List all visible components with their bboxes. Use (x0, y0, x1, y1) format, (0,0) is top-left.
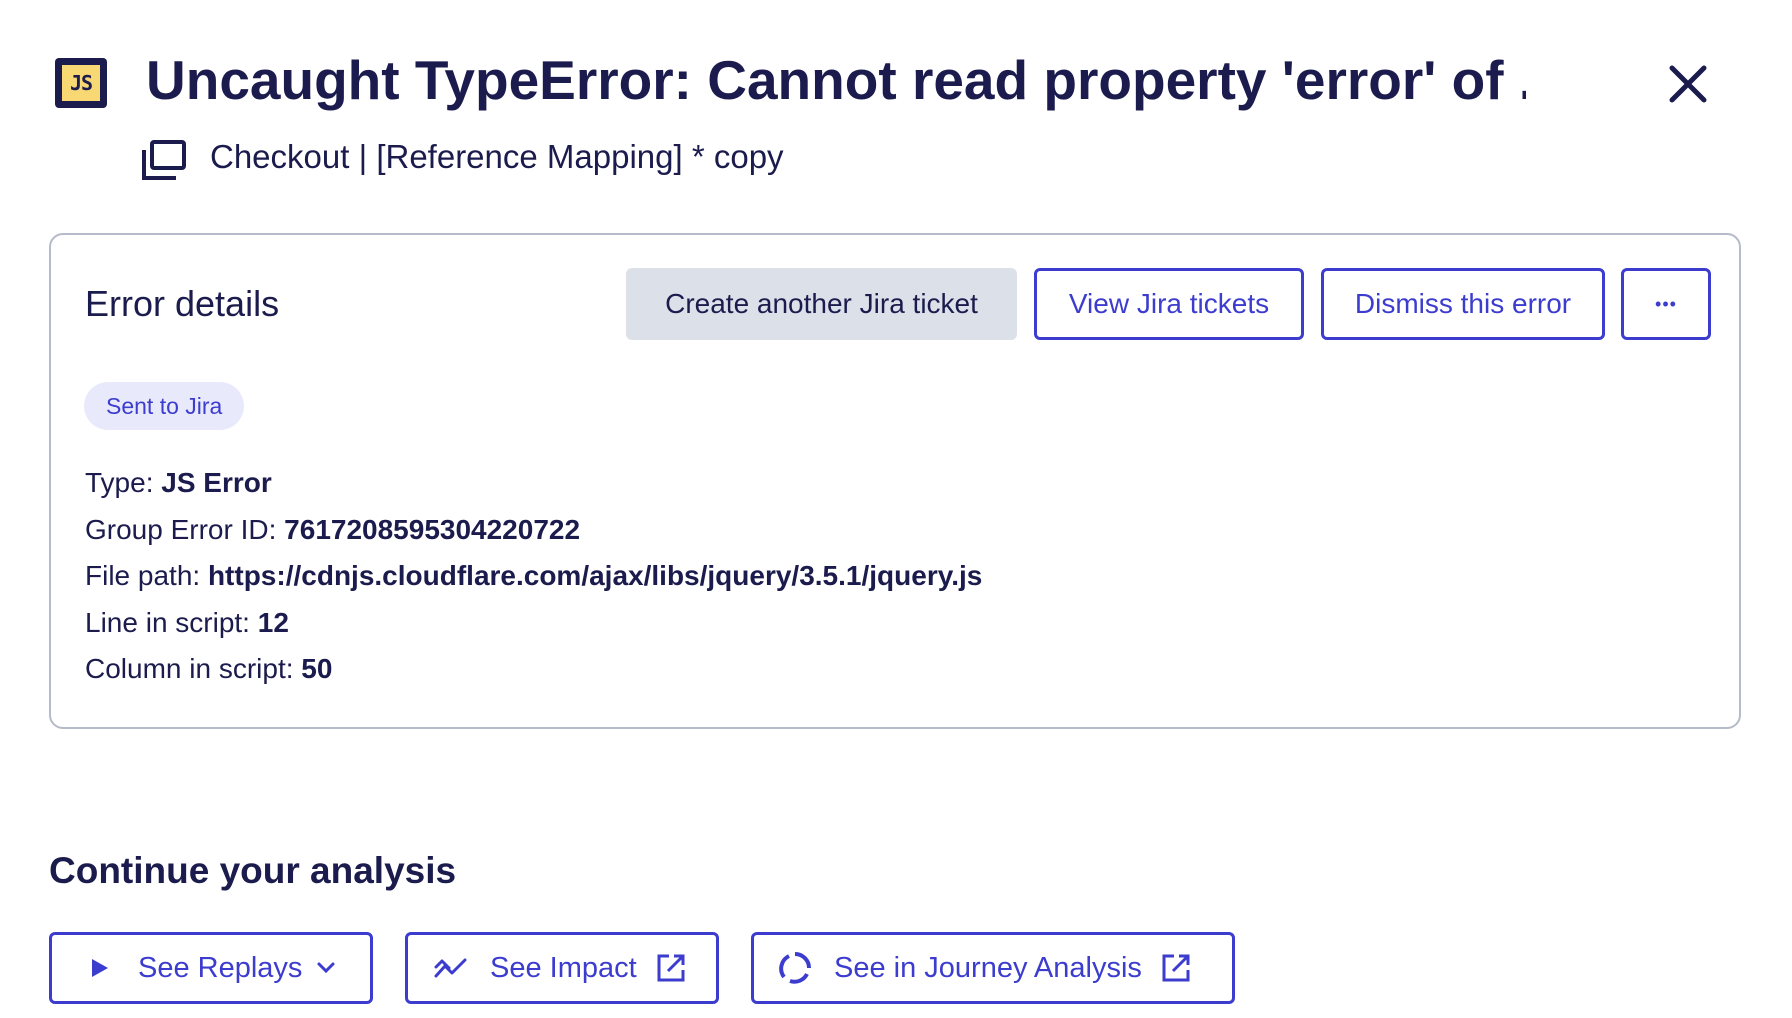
trend-icon (434, 956, 468, 980)
page-subtitle: Checkout | [Reference Mapping] * copy (210, 138, 784, 175)
see-replays-button[interactable]: See Replays (49, 932, 373, 1004)
close-button[interactable] (1660, 56, 1716, 112)
status-badge: Sent to Jira (84, 382, 245, 430)
page-title: Uncaught TypeError: Cannot read property… (146, 49, 1526, 111)
play-icon (90, 957, 110, 979)
detail-row-type: Type: JS Error (85, 467, 272, 498)
close-icon (1669, 65, 1707, 103)
see-journey-analysis-label: See in Journey Analysis (834, 951, 1142, 984)
card-title: Error details (85, 283, 280, 324)
see-replays-label: See Replays (138, 951, 303, 984)
analysis-section-title: Continue your analysis (49, 850, 457, 891)
create-jira-ticket-button[interactable]: Create another Jira ticket (626, 268, 1017, 340)
chevron-down-icon (316, 961, 336, 975)
external-link-icon (1160, 952, 1192, 984)
error-details-list: Type: JS Error Group Error ID: 761720859… (85, 460, 982, 693)
see-impact-label: See Impact (490, 951, 637, 984)
view-jira-tickets-button[interactable]: View Jira tickets (1034, 268, 1304, 340)
js-file-icon: JS (55, 58, 107, 108)
detail-row-line: Line in script: 12 (85, 606, 289, 638)
see-impact-button[interactable]: See Impact (405, 932, 719, 1004)
detail-row-column: Column in script: 50 (85, 653, 333, 684)
screens-icon (142, 140, 186, 180)
more-options-button[interactable]: ••• (1621, 268, 1711, 340)
dismiss-error-button[interactable]: Dismiss this error (1321, 268, 1605, 340)
see-journey-analysis-button[interactable]: See in Journey Analysis (751, 932, 1235, 1004)
journey-icon (778, 951, 812, 985)
error-details-card: Error details Create another Jira ticket… (49, 233, 1741, 729)
detail-row-file-path: File path: https://cdnjs.cloudflare.com/… (85, 560, 983, 591)
external-link-icon (655, 952, 687, 984)
error-header: JS Uncaught TypeError: Cannot read prope… (0, 0, 1792, 200)
detail-row-group-id: Group Error ID: 7617208595304220722 (85, 513, 581, 545)
